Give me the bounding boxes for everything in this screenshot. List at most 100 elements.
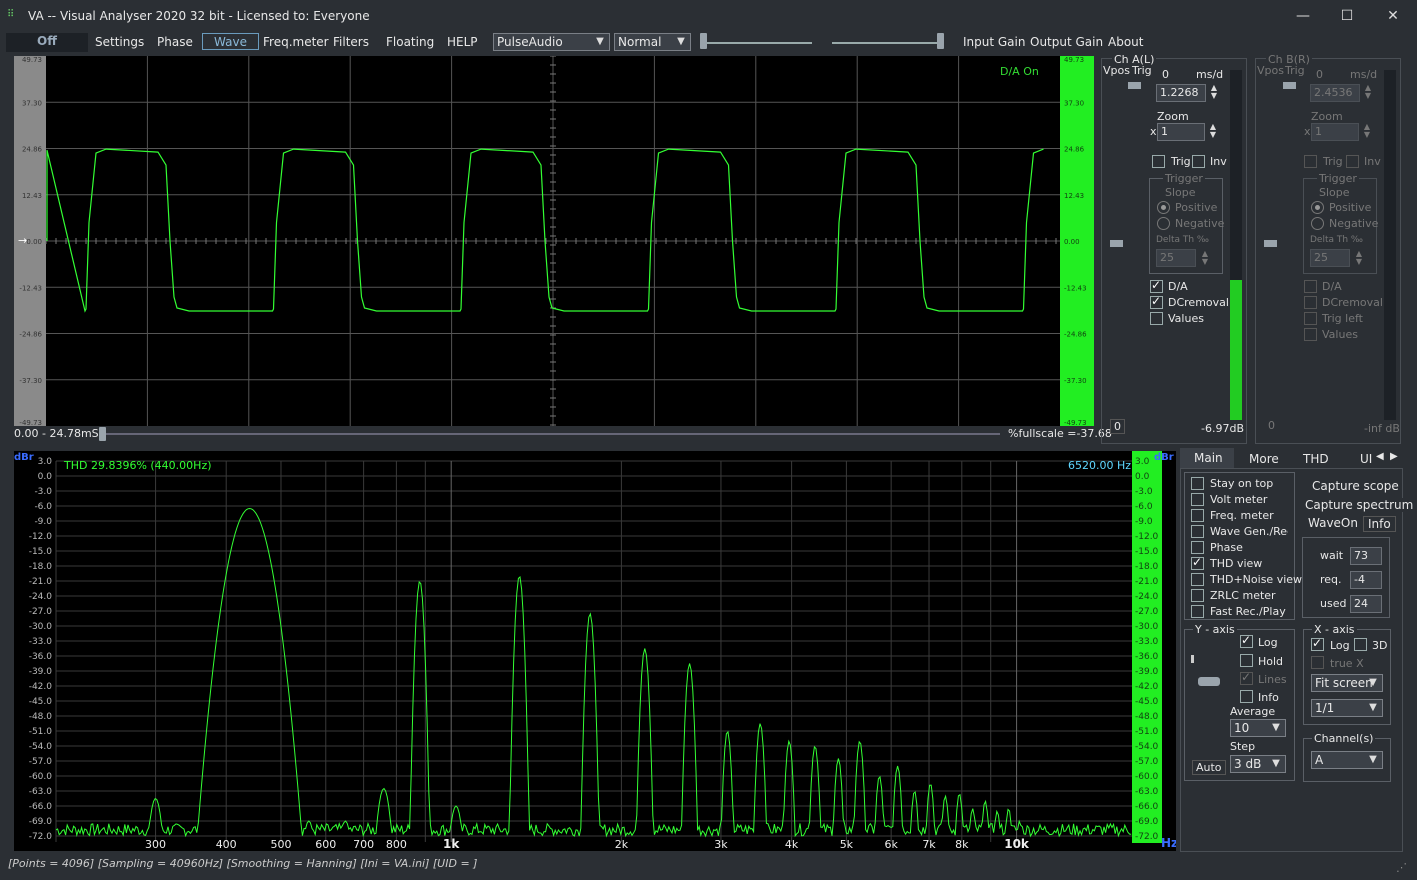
resize-grip-icon[interactable]: ⋰ [1396, 861, 1407, 874]
chb-msd-input[interactable]: 2.4536 [1310, 84, 1360, 102]
volt-meter-checkbox[interactable] [1191, 493, 1204, 506]
y-lines-checkbox[interactable] [1240, 670, 1253, 685]
chevron-down-icon: ▼ [1369, 677, 1377, 688]
oscilloscope-view[interactable]: 49.73 37.30 24.86 12.43 0.00 -12.43 -24.86 -37.… [14, 55, 1094, 427]
used-field[interactable]: 24 [1350, 595, 1382, 613]
capture-scope-button[interactable]: Capture scope [1312, 479, 1399, 493]
chb-trig-checkbox[interactable] [1304, 155, 1317, 168]
help-button[interactable]: HELP [447, 34, 478, 51]
chb-vpos-handle[interactable] [1264, 240, 1277, 247]
x-3d-checkbox[interactable] [1354, 638, 1367, 651]
chb-inv-checkbox[interactable] [1346, 155, 1359, 168]
chevron-down-icon: ▼ [596, 36, 604, 47]
average-label: Average [1230, 705, 1276, 718]
fit-screen-select[interactable]: Fit screen ▼ [1311, 674, 1383, 692]
filters-button[interactable]: Filters [333, 34, 369, 51]
thd-view-checkbox[interactable] [1191, 555, 1204, 570]
cha-trig-handle[interactable] [1128, 82, 1141, 89]
settings-button[interactable]: Settings [95, 34, 144, 51]
chb-positive-radio[interactable] [1311, 201, 1324, 214]
average-select[interactable]: 10 ▼ [1230, 719, 1286, 737]
scope-y-tick-left: -37.30 [19, 377, 42, 385]
fast-rec-label: Fast Rec./Play [1210, 605, 1286, 618]
cha-msd-spin-icon[interactable]: ▲ ▼ [1209, 84, 1219, 100]
scope-y-tick-left: -12.43 [19, 284, 42, 292]
spectrum-view[interactable]: 3.0 0.0 -3.0 -6.0 -9.0 -12.0 -15.0 -18.0 -21.0 -2… [14, 451, 1178, 851]
zero-marker-icon: → [18, 234, 27, 247]
spectrum-y-tick-right: -36.0 [1135, 652, 1159, 662]
capture-spectrum-button[interactable]: Capture spectrum [1305, 498, 1414, 512]
maximize-button[interactable]: ☐ [1336, 6, 1358, 26]
chb-da-checkbox[interactable] [1304, 280, 1317, 293]
chb-dcremoval-checkbox[interactable] [1304, 296, 1317, 309]
tab-ui[interactable]: UI [1360, 452, 1372, 466]
fast-rec-checkbox[interactable] [1191, 605, 1204, 618]
wave-button[interactable]: Wave [202, 33, 259, 50]
tab-scroll-left-icon[interactable]: ◀ [1376, 451, 1384, 462]
mode-select[interactable]: Normal ▼ [614, 33, 691, 51]
cha-msd-input[interactable]: 1.2268 [1156, 84, 1206, 102]
chb-delta-spin-icon[interactable]: ▲ ▼ [1354, 250, 1364, 266]
cha-zoom-spin-icon[interactable]: ▲ ▼ [1208, 123, 1218, 139]
tab-more[interactable]: More [1249, 452, 1279, 466]
spectrum-y-tick-left: -30.0 [29, 622, 53, 632]
thd-noise-checkbox[interactable] [1191, 573, 1204, 586]
cha-delta-spin-icon[interactable]: ▲ ▼ [1200, 250, 1210, 266]
y-axis-slider-handle[interactable] [1198, 677, 1220, 686]
cha-trig-checkbox[interactable] [1152, 155, 1165, 168]
cha-dcremoval-checkbox[interactable] [1150, 294, 1163, 309]
about-button[interactable]: About [1108, 34, 1143, 51]
stay-on-top-checkbox[interactable] [1191, 477, 1204, 490]
wait-field[interactable]: 73 [1350, 547, 1382, 565]
phase-checkbox[interactable] [1191, 541, 1204, 554]
tab-thd[interactable]: THD [1303, 452, 1329, 466]
minimize-button[interactable]: — [1292, 6, 1314, 26]
freq-meter-checkbox[interactable] [1191, 509, 1204, 522]
output-slider-handle[interactable] [937, 33, 944, 49]
thd-noise-label: THD+Noise view [1210, 573, 1303, 586]
ratio-select[interactable]: 1/1 ▼ [1311, 699, 1383, 717]
chb-delta-input[interactable]: 25 [1310, 249, 1350, 267]
audio-device-select[interactable]: PulseAudio ▼ [493, 33, 610, 51]
scope-y-tick-right: 12.43 [1064, 192, 1084, 200]
floating-button[interactable]: Floating [386, 34, 434, 51]
chb-zoom-input[interactable]: 1 [1311, 123, 1359, 141]
x-truex-checkbox[interactable] [1311, 656, 1324, 669]
waveon-button[interactable]: WaveOn [1308, 516, 1358, 530]
cha-values-checkbox[interactable] [1150, 312, 1163, 325]
close-button[interactable]: ✕ [1382, 6, 1404, 26]
cha-inv-checkbox[interactable] [1192, 155, 1205, 168]
y-info-checkbox[interactable] [1240, 690, 1253, 703]
chb-trig-handle[interactable] [1283, 82, 1296, 89]
cha-zoom-input[interactable]: 1 [1157, 123, 1205, 141]
cha-negative-radio[interactable] [1157, 217, 1170, 230]
auto-button[interactable]: Auto [1192, 760, 1226, 775]
chb-trigleft-checkbox[interactable] [1304, 312, 1317, 325]
cha-vpos-handle[interactable] [1110, 240, 1123, 247]
chb-negative-radio[interactable] [1311, 217, 1324, 230]
info-button[interactable]: Info [1363, 516, 1396, 532]
chb-values-checkbox[interactable] [1304, 328, 1317, 341]
zrlc-checkbox[interactable] [1191, 589, 1204, 602]
freqmeter-button[interactable]: Freq.meter [263, 34, 329, 51]
input-slider-handle[interactable] [700, 33, 707, 49]
wave-gen-checkbox[interactable] [1191, 525, 1204, 538]
y-log-checkbox[interactable] [1240, 633, 1253, 648]
chb-zoom-spin-icon[interactable]: ▲ ▼ [1362, 123, 1372, 139]
cha-da-checkbox[interactable] [1150, 278, 1163, 293]
req-field[interactable]: -4 [1350, 571, 1382, 589]
tab-scroll-right-icon[interactable]: ▶ [1390, 451, 1398, 462]
scope-position-handle[interactable] [99, 427, 106, 441]
cha-positive-radio[interactable] [1157, 201, 1170, 214]
channel-select[interactable]: A ▼ [1311, 751, 1383, 769]
step-select[interactable]: 3 dB ▼ [1230, 755, 1286, 773]
tab-main[interactable]: Main [1180, 448, 1234, 468]
cha-delta-input[interactable]: 25 [1156, 249, 1196, 267]
output-gain-button[interactable]: Output Gain [1030, 34, 1103, 51]
chb-msd-spin-icon[interactable]: ▲ ▼ [1363, 84, 1373, 100]
y-hold-checkbox[interactable] [1240, 654, 1253, 667]
off-button[interactable]: Off [6, 33, 88, 52]
x-log-checkbox[interactable] [1311, 636, 1324, 651]
phase-button[interactable]: Phase [157, 34, 193, 51]
input-gain-button[interactable]: Input Gain [963, 34, 1025, 51]
